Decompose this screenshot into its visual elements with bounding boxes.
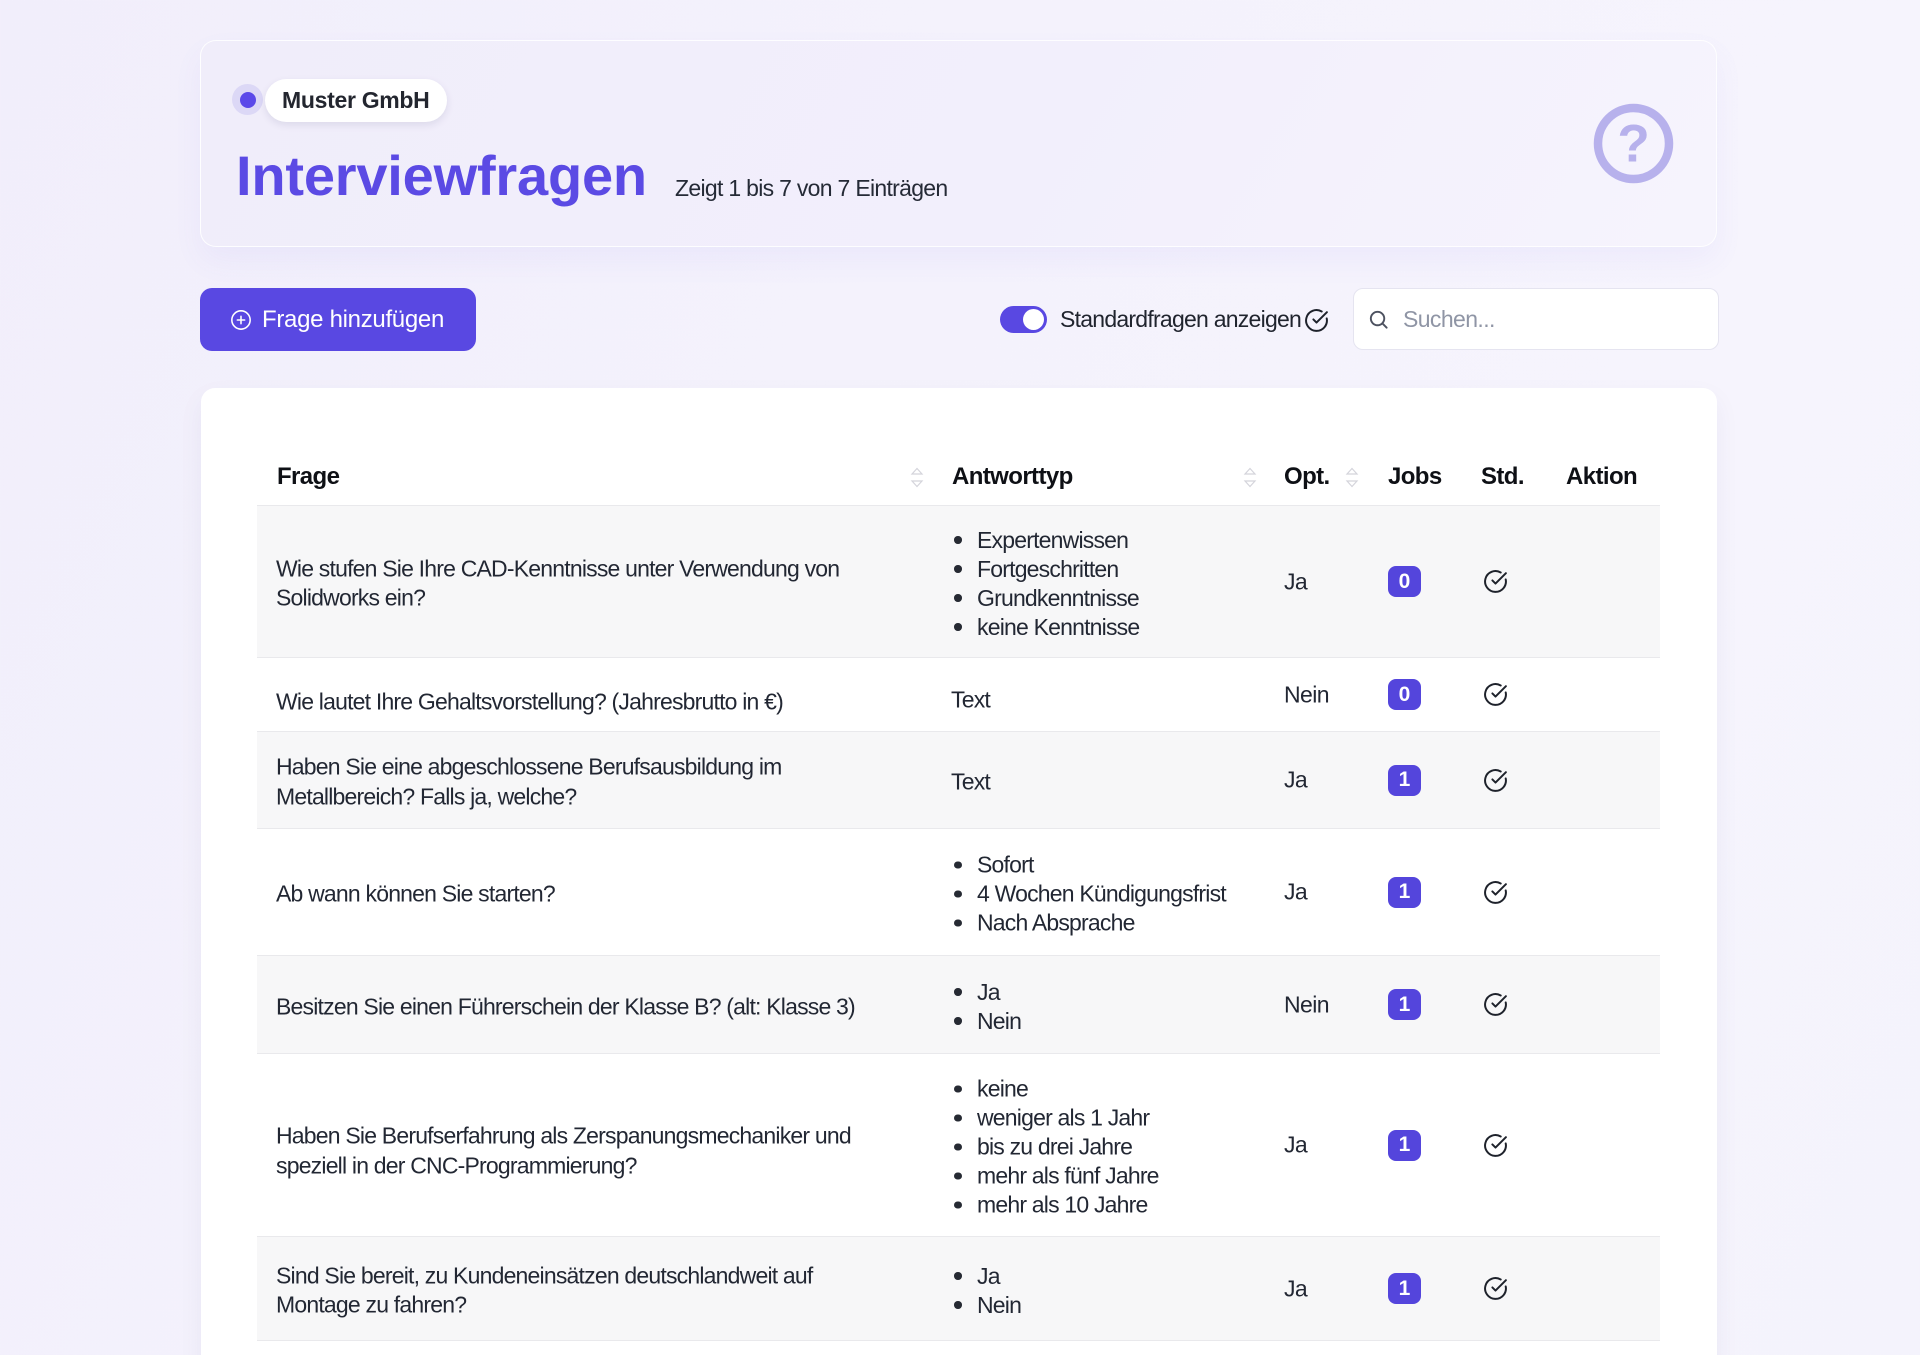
svg-text:?: ? [1617,115,1649,174]
